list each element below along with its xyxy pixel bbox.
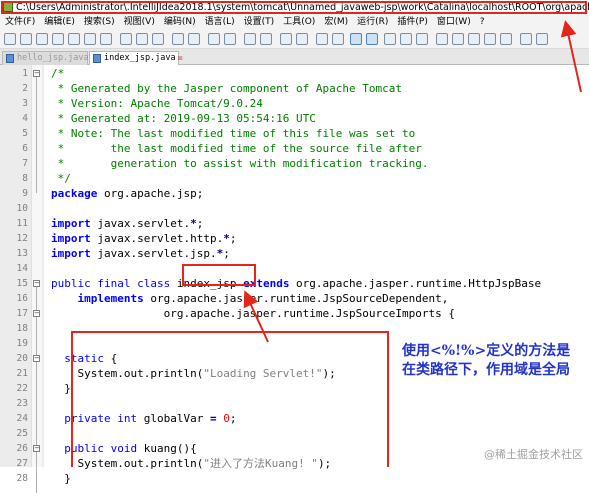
arrow-to-class-name [243,290,269,343]
arrow-to-title-path [560,20,582,93]
code-text: } [51,472,71,485]
watermark: @稀土掘金技术社区 [484,448,583,461]
line-number: 28 [16,473,28,484]
annotation-arrows [243,20,582,343]
code-line: } [51,471,589,486]
annotation-note: 使用<%!%>定义的方法是在类路径下，作用域是全局 [402,343,571,378]
